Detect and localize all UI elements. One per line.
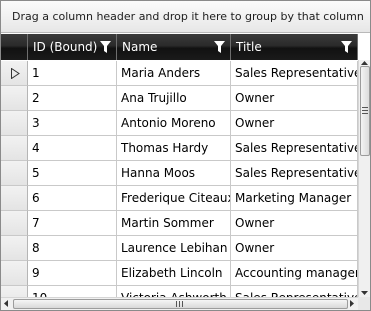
row-indicator[interactable]: [1, 61, 28, 86]
row-indicator[interactable]: [1, 261, 28, 286]
cell-name[interactable]: Frederique Citeaux: [117, 186, 231, 211]
vertical-scroll-thumb[interactable]: [360, 66, 370, 156]
filter-icon[interactable]: [100, 41, 111, 53]
cell-id[interactable]: 8: [28, 236, 117, 261]
table-row[interactable]: 3 Antonio Moreno Owner: [1, 111, 358, 136]
cell-name[interactable]: Thomas Hardy: [117, 136, 231, 161]
cell-name[interactable]: Antonio Moreno: [117, 111, 231, 136]
cell-title[interactable]: Owner: [231, 111, 358, 136]
cell-title[interactable]: Owner: [231, 236, 358, 261]
cell-id[interactable]: 7: [28, 211, 117, 236]
cell-name[interactable]: Hanna Moos: [117, 161, 231, 186]
row-indicator[interactable]: [1, 161, 28, 186]
group-panel[interactable]: Drag a column header and drop it here to…: [1, 1, 370, 33]
cell-title[interactable]: Owner: [231, 211, 358, 236]
cell-name[interactable]: Laurence Lebihan: [117, 236, 231, 261]
cell-id[interactable]: 5: [28, 161, 117, 186]
horizontal-scroll-thumb[interactable]: [13, 299, 348, 309]
header-indicator-cell: [1, 34, 28, 60]
cell-id[interactable]: 1: [28, 61, 117, 86]
column-header-label: Name: [122, 40, 158, 54]
column-header-label: Title: [236, 40, 262, 54]
cell-title[interactable]: Sales Representative: [231, 136, 358, 161]
cell-title[interactable]: Sales Representative: [231, 61, 358, 86]
cell-id[interactable]: 9: [28, 261, 117, 286]
column-header-title[interactable]: Title: [231, 34, 358, 60]
column-header-id[interactable]: ID (Bound): [28, 34, 117, 60]
scroll-right-arrow-icon[interactable]: [350, 300, 354, 307]
cell-name[interactable]: Elizabeth Lincoln: [117, 261, 231, 286]
group-panel-hint: Drag a column header and drop it here to…: [12, 10, 364, 23]
cell-name[interactable]: Ana Trujillo: [117, 86, 231, 111]
grip-icon: [176, 301, 183, 307]
table-row[interactable]: 2 Ana Trujillo Owner: [1, 86, 358, 111]
cell-name[interactable]: Martin Sommer: [117, 211, 231, 236]
column-header-label: ID (Bound): [33, 40, 98, 54]
table-row[interactable]: 8 Laurence Lebihan Owner: [1, 236, 358, 261]
scroll-left-arrow-icon[interactable]: [4, 300, 8, 307]
row-indicator[interactable]: [1, 111, 28, 136]
row-indicator[interactable]: [1, 211, 28, 236]
filter-icon[interactable]: [341, 41, 352, 53]
current-row-indicator-icon: [11, 68, 20, 79]
table-row[interactable]: 6 Frederique Citeaux Marketing Manager: [1, 186, 358, 211]
row-indicator[interactable]: [1, 186, 28, 211]
row-indicator[interactable]: [1, 86, 28, 111]
cell-name[interactable]: Maria Anders: [117, 61, 231, 86]
row-indicator[interactable]: [1, 136, 28, 161]
cell-id[interactable]: 2: [28, 86, 117, 111]
scroll-up-arrow-icon[interactable]: [361, 61, 368, 65]
scrollbar-corner: [358, 297, 370, 310]
column-header-row: ID (Bound) Name Title: [1, 34, 358, 60]
cell-title[interactable]: Sales Representative: [231, 161, 358, 186]
cell-id[interactable]: 4: [28, 136, 117, 161]
grip-icon: [362, 107, 368, 114]
filter-icon[interactable]: [214, 41, 225, 53]
column-header-name[interactable]: Name: [117, 34, 231, 60]
cell-title[interactable]: Marketing Manager: [231, 186, 358, 211]
cell-id[interactable]: 6: [28, 186, 117, 211]
horizontal-scrollbar[interactable]: [1, 297, 358, 310]
table-row[interactable]: 5 Hanna Moos Sales Representative: [1, 161, 358, 186]
cell-id[interactable]: 3: [28, 111, 117, 136]
data-grid: Drag a column header and drop it here to…: [0, 0, 371, 311]
cell-title[interactable]: Accounting manager: [231, 261, 358, 286]
scroll-down-arrow-icon[interactable]: [361, 291, 368, 295]
table-row[interactable]: 1 Maria Anders Sales Representative: [1, 61, 358, 86]
table-row[interactable]: 7 Martin Sommer Owner: [1, 211, 358, 236]
row-indicator[interactable]: [1, 236, 28, 261]
table-row[interactable]: 4 Thomas Hardy Sales Representative: [1, 136, 358, 161]
cell-title[interactable]: Owner: [231, 86, 358, 111]
vertical-scrollbar[interactable]: [358, 60, 370, 297]
table-row[interactable]: 9 Elizabeth Lincoln Accounting manager: [1, 261, 358, 286]
